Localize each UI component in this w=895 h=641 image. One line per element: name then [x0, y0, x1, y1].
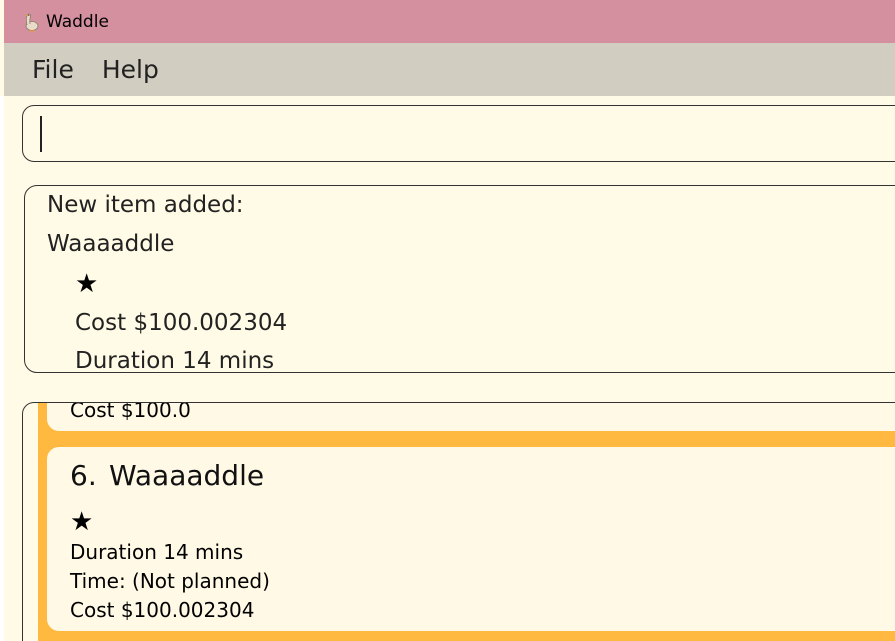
item-card-duration: Duration 14 mins	[70, 540, 244, 564]
item-card-index: 6.	[70, 459, 97, 492]
item-card-cost: Cost $100.002304	[70, 598, 255, 622]
item-card-cost: Cost $100.0	[70, 402, 191, 422]
menu-help[interactable]: Help	[99, 55, 162, 84]
item-card[interactable]: 6. Waaaaddle ★ Duration 14 mins Time: (N…	[47, 447, 895, 631]
result-line-duration: Duration 14 mins	[75, 348, 275, 373]
text-cursor	[40, 116, 42, 152]
result-line-name: Waaaaddle	[47, 231, 175, 257]
menu-file[interactable]: File	[29, 55, 77, 84]
menu-bar: File Help	[4, 43, 895, 96]
item-card-time: Time: (Not planned)	[70, 569, 270, 593]
app-window: Waddle File Help New item added: Waaaadd…	[0, 0, 895, 641]
result-line-header: New item added:	[47, 192, 244, 218]
command-input[interactable]	[22, 105, 895, 162]
title-bar[interactable]: Waddle	[4, 0, 895, 43]
result-display[interactable]: New item added: Waaaaddle ★ Cost $100.00…	[24, 185, 895, 373]
item-card[interactable]: Cost $100.0	[47, 402, 895, 431]
goose-icon	[25, 13, 39, 32]
item-card-rating: ★	[70, 507, 94, 537]
result-line-cost: Cost $100.002304	[75, 310, 288, 336]
item-list-panel[interactable]: Cost $100.0 6. Waaaaddle ★ Duration 14 m…	[22, 402, 895, 641]
window-left-border	[0, 96, 4, 641]
window-title: Waddle	[46, 11, 109, 32]
result-line-rating: ★	[75, 269, 99, 299]
item-card-name: Waaaaddle	[109, 459, 265, 492]
